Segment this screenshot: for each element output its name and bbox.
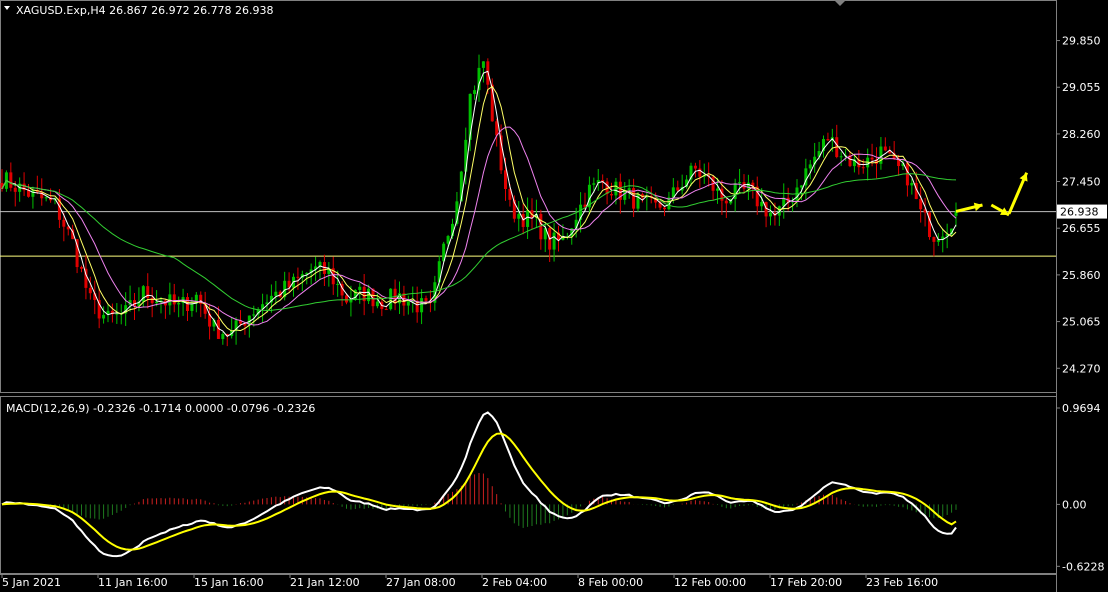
- macd-tick-label: -0.6228: [1062, 560, 1104, 573]
- candle-body: [31, 190, 35, 197]
- price-tick-label: 25.065: [1062, 316, 1101, 329]
- candle-body: [883, 146, 887, 151]
- candle-body: [808, 164, 812, 169]
- time-tick-label: 11 Jan 16:00: [98, 576, 168, 589]
- candle-body: [389, 288, 393, 310]
- candle-body: [358, 286, 362, 290]
- candle-body: [769, 212, 772, 217]
- candle-body: [936, 240, 940, 242]
- candle-body: [172, 294, 176, 305]
- candle-body: [384, 309, 388, 311]
- candle-body: [623, 190, 627, 200]
- candle-body: [252, 314, 256, 316]
- candle-body: [663, 207, 666, 210]
- time-tick-label: 15 Jan 16:00: [194, 576, 264, 589]
- price-tick-label: 25.860: [1062, 269, 1101, 282]
- candle-body: [221, 334, 225, 339]
- price-tick-label: 27.450: [1062, 176, 1101, 189]
- candle-body: [477, 67, 481, 91]
- candle-body: [517, 214, 521, 219]
- current-price-label: 26.938: [1060, 206, 1099, 219]
- candle-body: [296, 276, 300, 278]
- time-tick-label: 27 Jan 08:00: [386, 576, 456, 589]
- candle-body: [627, 188, 631, 191]
- price-tick-label: 26.655: [1062, 222, 1101, 235]
- candle-body: [481, 61, 485, 68]
- candle-body: [13, 187, 17, 192]
- candle-body: [102, 314, 106, 319]
- candle-body: [870, 157, 874, 160]
- candle-body: [839, 156, 843, 158]
- candle-body: [115, 313, 119, 315]
- candle-body: [610, 194, 613, 196]
- candle-body: [274, 291, 278, 296]
- candle-body: [473, 90, 477, 94]
- candle-body: [724, 200, 728, 204]
- candle-body: [424, 298, 428, 301]
- macd-header: MACD(12,26,9) -0.2326 -0.1714 0.0000 -0.…: [6, 402, 315, 415]
- candle-body: [592, 183, 596, 185]
- candle-body: [44, 197, 48, 199]
- candle-body: [910, 182, 914, 186]
- candle-body: [932, 237, 936, 242]
- trading-chart[interactable]: XAGUSD.Exp,H4 26.867 26.972 26.778 26.93…: [0, 0, 1108, 592]
- candle-body: [716, 188, 719, 191]
- candle-body: [760, 202, 764, 207]
- candle-body: [336, 283, 340, 285]
- candle-body: [190, 303, 194, 311]
- candle-body: [552, 232, 556, 250]
- price-tick-label: 28.260: [1062, 128, 1101, 141]
- time-tick-label: 5 Jan 2021: [2, 576, 61, 589]
- macd-tick-label: 0.9694: [1062, 402, 1101, 415]
- candle-body: [62, 219, 66, 227]
- candle-body: [693, 165, 697, 169]
- candle-body: [80, 267, 83, 269]
- time-tick-label: 21 Jan 12:00: [290, 576, 360, 589]
- candle-body: [826, 139, 830, 141]
- price-tick-label: 29.850: [1062, 35, 1101, 48]
- macd-pane[interactable]: [0, 396, 1057, 574]
- candle-body: [861, 167, 865, 169]
- candle-body: [504, 170, 507, 189]
- candle-body: [676, 187, 680, 191]
- time-tick-label: 12 Feb 00:00: [674, 576, 746, 589]
- candle-body: [345, 295, 348, 303]
- symbol-header: XAGUSD.Exp,H4 26.867 26.972 26.778 26.93…: [16, 4, 274, 17]
- macd-tick-label: 0.00: [1062, 498, 1087, 511]
- main-pane[interactable]: [0, 0, 1057, 393]
- candle-body: [799, 185, 803, 188]
- time-tick-label: 2 Feb 04:00: [482, 576, 547, 589]
- candle-body: [446, 236, 450, 244]
- candle-body: [526, 210, 530, 227]
- candle-body: [738, 182, 742, 184]
- time-tick-label: 17 Feb 20:00: [770, 576, 842, 589]
- candle-body: [375, 301, 379, 307]
- candle-body: [905, 163, 909, 186]
- price-tick-label: 29.055: [1062, 81, 1101, 94]
- candle-body: [177, 303, 181, 305]
- price-tick-label: 24.270: [1062, 362, 1101, 375]
- candle-body: [155, 301, 159, 304]
- candle-body: [88, 287, 92, 294]
- time-tick-label: 23 Feb 16:00: [866, 576, 938, 589]
- candle-body: [9, 172, 13, 188]
- time-tick-label: 8 Feb 00:00: [578, 576, 643, 589]
- candle-body: [406, 301, 410, 306]
- candle-body: [420, 298, 424, 313]
